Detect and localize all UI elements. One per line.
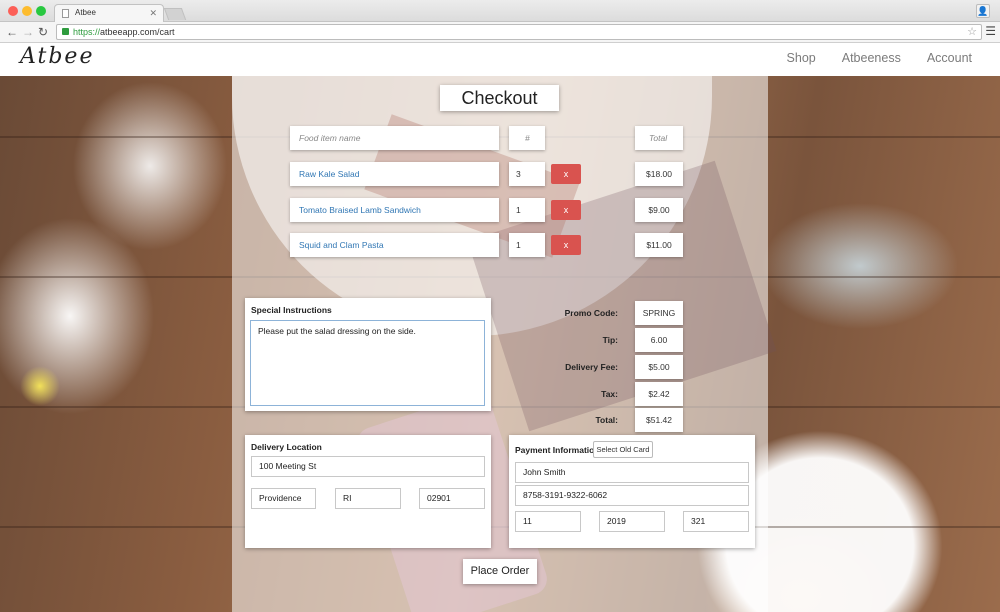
delivery-location-label: Delivery Location	[251, 442, 322, 452]
total-header: Total	[635, 126, 683, 150]
browser-menu-icon[interactable]: ☰	[985, 24, 996, 38]
url-path: atbeeapp.com/cart	[100, 27, 175, 37]
new-tab-button[interactable]	[163, 8, 187, 20]
tax-value: $2.42	[635, 382, 683, 406]
profile-icon[interactable]: 👤	[976, 4, 990, 18]
site-header: Atbee Shop Atbeeness Account	[0, 43, 1000, 76]
food-item-name-header: Food item name	[290, 126, 499, 150]
cart-item-price: $18.00	[635, 162, 683, 186]
special-instructions-textarea[interactable]: Please put the salad dressing on the sid…	[250, 320, 485, 406]
promo-code-label: Promo Code:	[564, 308, 618, 318]
state-input[interactable]: RI	[335, 488, 401, 509]
cvv-input[interactable]: 321	[683, 511, 749, 532]
lock-icon	[62, 28, 69, 35]
address-bar[interactable]: https://atbeeapp.com/cart ☆	[56, 24, 982, 40]
delivery-fee-label: Delivery Fee:	[565, 362, 618, 372]
tab-title: Atbee	[75, 8, 96, 17]
cart-item-price: $11.00	[635, 233, 683, 257]
payment-information-label: Payment Information	[515, 445, 600, 455]
top-navigation: Shop Atbeeness Account	[761, 51, 972, 65]
total-label: Total:	[595, 415, 618, 425]
total-value: $51.42	[635, 408, 683, 432]
remove-item-button[interactable]: x	[551, 200, 581, 220]
tip-input[interactable]: 6.00	[635, 328, 683, 352]
remove-item-button[interactable]: x	[551, 164, 581, 184]
zip-input[interactable]: 02901	[419, 488, 485, 509]
nav-shop-link[interactable]: Shop	[787, 51, 816, 65]
zoom-window-button[interactable]	[36, 6, 46, 16]
checkout-title: Checkout	[440, 85, 559, 111]
promo-code-input[interactable]: SPRING	[635, 301, 683, 325]
expiry-month-input[interactable]: 11	[515, 511, 581, 532]
expiry-year-input[interactable]: 2019	[599, 511, 665, 532]
site-logo[interactable]: Atbee	[16, 44, 136, 73]
forward-icon[interactable]: →	[22, 24, 34, 40]
tip-label: Tip:	[602, 335, 618, 345]
close-tab-icon[interactable]: ✕	[149, 5, 157, 21]
nav-account-link[interactable]: Account	[927, 51, 972, 65]
remove-item-button[interactable]: x	[551, 235, 581, 255]
cart-item-quantity[interactable]: 1	[509, 233, 545, 257]
bookmark-star-icon[interactable]: ☆	[967, 25, 977, 39]
browser-titlebar: Atbee ✕ 👤	[0, 0, 1000, 22]
tax-label: Tax:	[601, 389, 618, 399]
nav-atbeeness-link[interactable]: Atbeeness	[842, 51, 901, 65]
url-scheme: https://	[73, 27, 101, 37]
city-input[interactable]: Providence	[251, 488, 316, 509]
address-input[interactable]: 100 Meeting St	[251, 456, 485, 477]
logo-text: Atbee	[20, 44, 95, 69]
cart-item-price: $9.00	[635, 198, 683, 222]
card-number-input[interactable]: 8758-3191-9322-6062	[515, 485, 749, 506]
place-order-button[interactable]: Place Order	[463, 559, 537, 584]
delivery-fee-value: $5.00	[635, 355, 683, 379]
browser-tab[interactable]: Atbee ✕	[54, 4, 164, 22]
cart-item-name[interactable]: Squid and Clam Pasta	[290, 233, 499, 257]
quantity-header: #	[509, 126, 545, 150]
reload-icon[interactable]: ↻	[38, 24, 48, 40]
cardholder-name-input[interactable]: John Smith	[515, 462, 749, 483]
back-icon[interactable]: ←	[6, 24, 18, 40]
minimize-window-button[interactable]	[22, 6, 32, 16]
cart-item-quantity[interactable]: 3	[509, 162, 545, 186]
cart-item-name[interactable]: Tomato Braised Lamb Sandwich	[290, 198, 499, 222]
page-icon	[62, 9, 69, 18]
close-window-button[interactable]	[8, 6, 18, 16]
cart-item-quantity[interactable]: 1	[509, 198, 545, 222]
cart-item-name[interactable]: Raw Kale Salad	[290, 162, 499, 186]
select-old-card-button[interactable]: Select Old Card	[593, 441, 653, 458]
browser-toolbar: ← → ↻ https://atbeeapp.com/cart ☆ ☰	[0, 22, 1000, 43]
special-instructions-label: Special Instructions	[251, 305, 332, 315]
